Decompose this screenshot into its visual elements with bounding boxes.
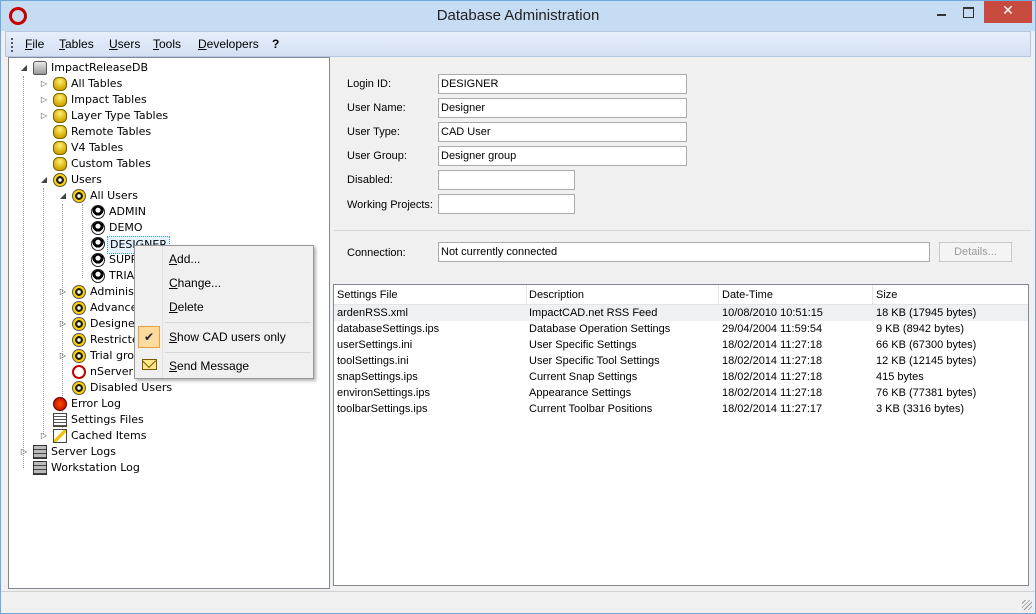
column-date-time[interactable]: Date-Time — [722, 289, 773, 301]
users-group-icon — [53, 173, 67, 187]
column-settings-file[interactable]: Settings File — [337, 289, 398, 301]
context-send-message[interactable]: Send Message — [169, 359, 249, 373]
user-name-field[interactable]: Designer — [438, 98, 687, 118]
disabled-field[interactable] — [438, 170, 575, 190]
users-group-icon — [72, 333, 86, 347]
menu-tables[interactable]: Tables — [59, 37, 94, 51]
resize-grip-icon[interactable] — [1022, 600, 1032, 610]
menu-bar: File Tables Users Tools Developers ? — [5, 31, 1031, 57]
users-group-icon — [72, 285, 86, 299]
table-icon — [53, 77, 67, 91]
login-id-label: Login ID: — [347, 78, 392, 90]
menu-grip[interactable] — [11, 38, 13, 52]
working-projects-label: Working Projects: — [347, 199, 433, 211]
connection-field[interactable]: Not currently connected — [438, 242, 930, 262]
checkmark-icon: ✔ — [138, 326, 160, 348]
envelope-icon — [142, 359, 157, 370]
working-projects-field[interactable] — [438, 194, 575, 214]
users-group-icon — [72, 301, 86, 315]
context-show-cad-users-only[interactable]: Show CAD users only — [169, 330, 286, 344]
list-row[interactable]: environSettings.ips Appearance Settings … — [334, 385, 1028, 401]
user-icon — [91, 253, 105, 267]
users-group-icon — [72, 381, 86, 395]
nserver-icon — [72, 365, 86, 379]
user-icon — [91, 221, 105, 235]
list-row[interactable]: snapSettings.ips Current Snap Settings 1… — [334, 369, 1028, 385]
user-details-panel: Login ID: DESIGNER User Name: Designer U… — [334, 57, 1031, 283]
user-group-label: User Group: — [347, 150, 407, 162]
user-icon — [91, 269, 105, 283]
user-type-label: User Type: — [347, 126, 400, 138]
user-context-menu: Add... Change... Delete ✔ Show CAD users… — [134, 245, 314, 379]
login-id-field[interactable]: DESIGNER — [438, 74, 687, 94]
column-description[interactable]: Description — [529, 289, 584, 301]
menu-file[interactable]: File — [25, 37, 44, 51]
users-group-icon — [72, 349, 86, 363]
list-row[interactable]: userSettings.ini User Specific Settings … — [334, 337, 1028, 353]
main-window: Database Administration ✕ File Tables Us… — [0, 0, 1036, 614]
menu-help[interactable]: ? — [272, 37, 279, 51]
table-icon — [53, 157, 67, 171]
close-button[interactable]: ✕ — [984, 1, 1032, 23]
users-group-icon — [72, 189, 86, 203]
table-icon — [53, 93, 67, 107]
settings-file-list[interactable]: Settings File Description Date-Time Size… — [333, 284, 1029, 586]
column-size[interactable]: Size — [876, 289, 897, 301]
context-add[interactable]: Add... — [169, 252, 200, 266]
disabled-label: Disabled: — [347, 174, 393, 186]
context-separator — [165, 352, 311, 353]
workstation-icon — [33, 461, 47, 475]
maximize-button[interactable] — [955, 1, 981, 23]
context-delete[interactable]: Delete — [169, 300, 204, 314]
list-row[interactable]: ardenRSS.xml ImpactCAD.net RSS Feed 10/0… — [334, 305, 1028, 321]
form-divider — [334, 230, 1031, 231]
settings-document-icon — [53, 413, 67, 427]
user-group-field[interactable]: Designer group — [438, 146, 687, 166]
error-icon — [53, 397, 67, 411]
status-bar — [1, 591, 1035, 613]
list-row[interactable]: toolbarSettings.ips Current Toolbar Posi… — [334, 401, 1028, 417]
user-icon — [91, 237, 105, 251]
users-group-icon — [72, 317, 86, 331]
list-header: Settings File Description Date-Time Size — [334, 285, 1028, 305]
user-icon — [91, 205, 105, 219]
title-bar: Database Administration ✕ — [1, 1, 1035, 31]
database-icon — [33, 61, 47, 75]
server-icon — [33, 445, 47, 459]
user-name-label: User Name: — [347, 102, 406, 114]
list-row[interactable]: databaseSettings.ips Database Operation … — [334, 321, 1028, 337]
context-change[interactable]: Change... — [169, 276, 221, 290]
menu-users[interactable]: Users — [109, 37, 140, 51]
table-icon — [53, 141, 67, 155]
context-separator — [165, 322, 311, 323]
menu-developers[interactable]: Developers — [198, 37, 259, 51]
window-title: Database Administration — [436, 7, 600, 24]
connection-label: Connection: — [347, 247, 406, 259]
table-icon — [53, 109, 67, 123]
minimize-button[interactable] — [929, 1, 955, 23]
table-icon — [53, 125, 67, 139]
menu-tools[interactable]: Tools — [153, 37, 181, 51]
list-row[interactable]: toolSettings.ini User Specific Tool Sett… — [334, 353, 1028, 369]
cached-items-icon — [53, 429, 67, 443]
user-type-field[interactable]: CAD User — [438, 122, 687, 142]
details-button[interactable]: Details... — [939, 242, 1012, 262]
